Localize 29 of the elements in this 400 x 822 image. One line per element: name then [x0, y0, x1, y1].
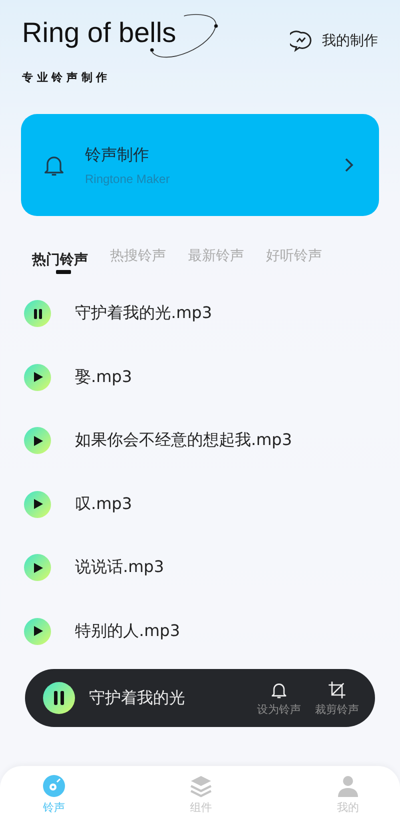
player-action-button[interactable]: 裁剪铃声 — [315, 680, 359, 716]
crop-icon — [327, 680, 347, 700]
app-subtitle: 专 业 铃 声 制 作 — [22, 70, 108, 85]
card-subtitle: Ringtone Maker — [85, 172, 171, 186]
song-item[interactable]: 叹.mp3 — [24, 472, 400, 536]
pause-icon[interactable] — [43, 682, 75, 714]
category-tab[interactable]: 热门铃声 — [32, 244, 88, 276]
person-icon — [336, 774, 360, 798]
app-title: Ring of bells — [22, 16, 176, 50]
play-icon[interactable] — [24, 554, 51, 582]
song-item[interactable]: 如果你会不经意的想起我.mp3 — [24, 409, 400, 472]
chat-icon — [290, 30, 312, 52]
now-playing-title: 守护着我的光 — [89, 688, 186, 708]
song-item[interactable]: 特别的人.mp3 — [24, 600, 400, 663]
my-works-button[interactable]: 我的制作 — [290, 30, 378, 52]
play-icon[interactable] — [24, 490, 51, 518]
play-icon[interactable] — [24, 364, 51, 391]
card-title: 铃声制作 — [85, 144, 150, 166]
play-icon[interactable] — [24, 427, 51, 454]
pause-icon[interactable] — [24, 300, 51, 328]
ringtone-maker-card[interactable]: 铃声制作 Ringtone Maker — [21, 114, 379, 216]
song-item[interactable]: 守护着我的光.mp3 — [24, 282, 400, 346]
disc-icon — [42, 774, 66, 798]
play-icon[interactable] — [24, 618, 51, 645]
player-action-button[interactable]: 设为铃声 — [257, 680, 301, 716]
layers-icon — [189, 774, 213, 798]
chevron-right-icon — [343, 156, 355, 174]
song-item[interactable]: 娶.mp3 — [24, 346, 400, 409]
song-item[interactable]: 说说话.mp3 — [24, 536, 400, 600]
